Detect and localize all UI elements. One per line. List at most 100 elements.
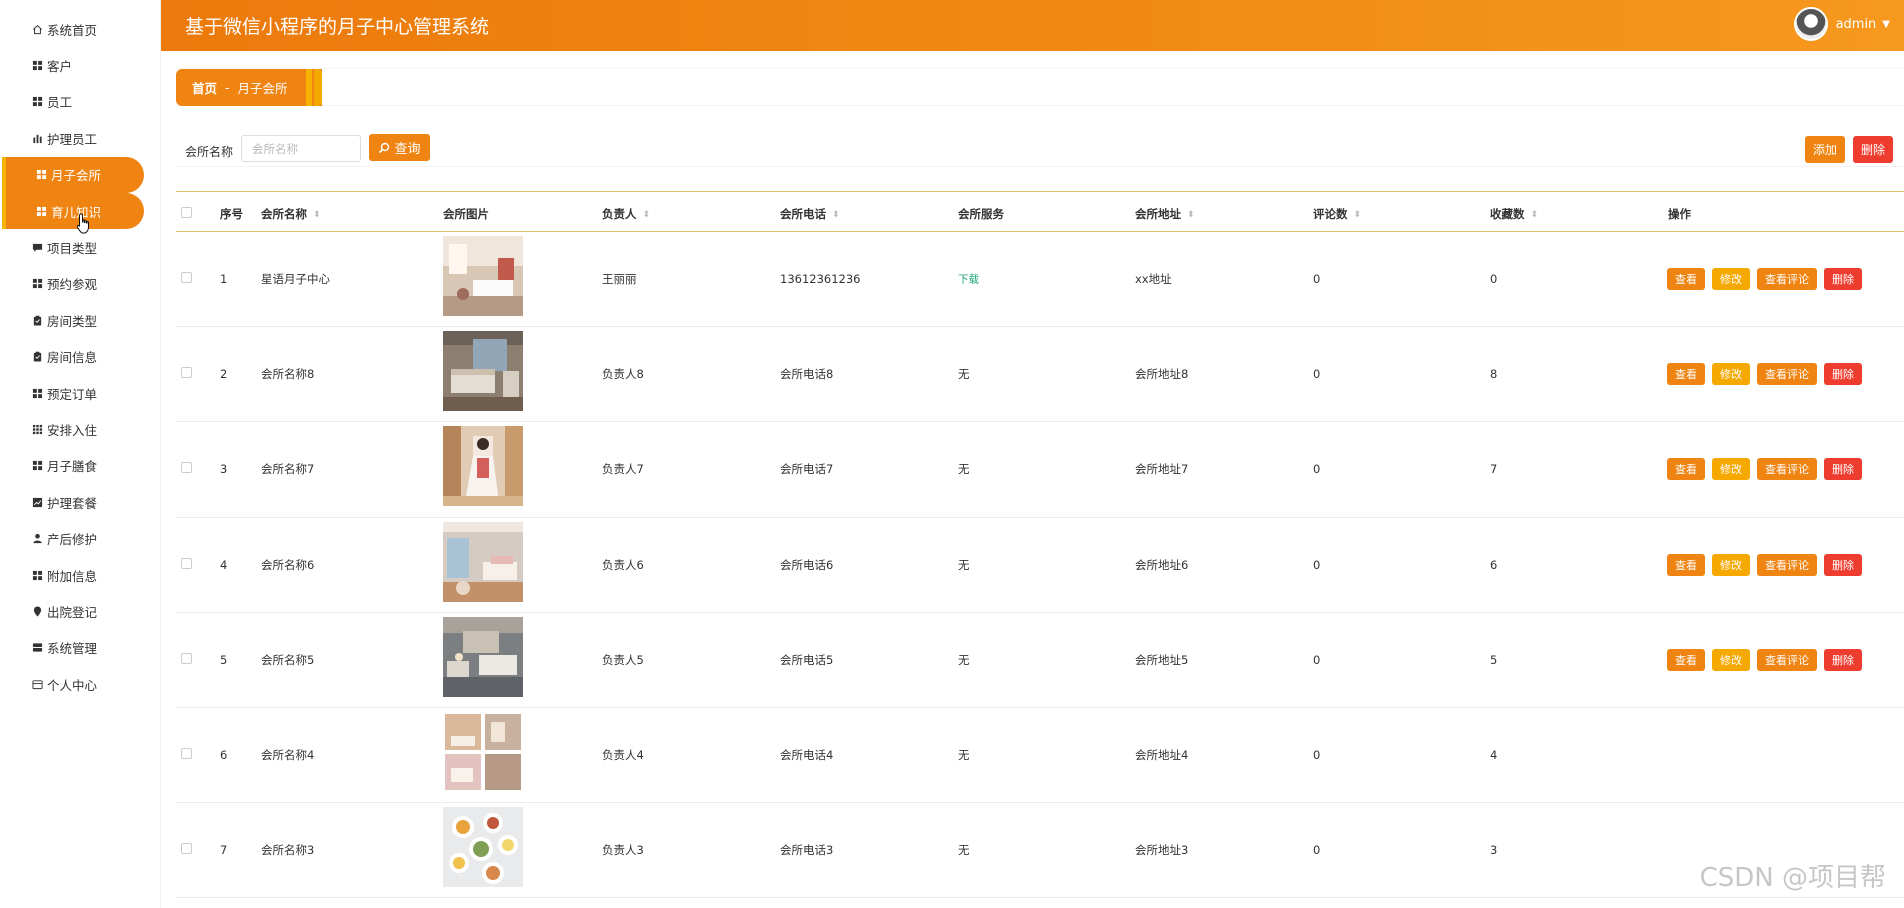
- search-input[interactable]: [241, 135, 361, 162]
- clubhouse-image: [443, 711, 523, 792]
- sidebar-item[interactable]: 安排入住: [0, 411, 160, 447]
- cell-service: 无: [958, 748, 970, 763]
- username[interactable]: admin: [1836, 17, 1877, 32]
- user-menu[interactable]: admin ▼: [1793, 7, 1890, 41]
- clubhouse-image: [443, 426, 523, 507]
- view-button[interactable]: 查看: [1667, 458, 1705, 481]
- sidebar-item[interactable]: 系统首页: [0, 11, 160, 47]
- sidebar-item[interactable]: 房间信息: [0, 339, 160, 375]
- row-checkbox[interactable]: [181, 557, 192, 572]
- cell-favorites: 8: [1490, 367, 1498, 382]
- view-button[interactable]: 查看: [1667, 363, 1705, 386]
- edit-button[interactable]: 修改: [1712, 553, 1750, 576]
- sort-icon[interactable]: ⬍: [1354, 210, 1362, 220]
- row-checkbox[interactable]: [181, 272, 192, 286]
- sidebar-item[interactable]: 产后修护: [0, 520, 160, 556]
- delete-button[interactable]: 删除: [1824, 458, 1862, 481]
- sidebar-item[interactable]: 客户: [0, 47, 160, 83]
- view-button[interactable]: 查看: [1667, 553, 1705, 576]
- view-button[interactable]: 查看: [1667, 648, 1705, 671]
- delete-button[interactable]: 删除: [1824, 553, 1862, 576]
- header-manager[interactable]: 负责人 ⬍: [602, 206, 650, 222]
- sidebar-item[interactable]: 预定订单: [0, 375, 160, 411]
- sidebar-item[interactable]: 月子膳食: [0, 448, 160, 484]
- sidebar-item-label: 出院登记: [47, 604, 98, 620]
- sidebar-item[interactable]: 系统管理: [0, 630, 160, 666]
- sidebar-item[interactable]: 员工: [0, 84, 160, 120]
- table-row[interactable]: 7 会所名称3 负责人3 会所电话3 无 会所地址3 0 3: [176, 803, 1904, 899]
- cell-phone: 13612361236: [780, 272, 861, 287]
- cell-manager: 王丽丽: [602, 272, 637, 287]
- sort-icon[interactable]: ⬍: [313, 210, 321, 220]
- header-address[interactable]: 会所地址 ⬍: [1135, 206, 1195, 222]
- sidebar-item[interactable]: 房间类型: [0, 302, 160, 338]
- sidebar-item-label: 系统管理: [47, 641, 98, 657]
- cell-index: 6: [220, 748, 228, 763]
- sidebar-item[interactable]: 月子会所: [2, 156, 144, 193]
- row-actions: 查看 修改 查看评论 删除: [1667, 458, 1862, 481]
- table-row[interactable]: 4 会所名称6 负责人6 会所电话6 无 会所地址6 0 6 查看 修改 查看评论 删除: [176, 518, 1904, 613]
- select-all-checkbox[interactable]: [181, 207, 192, 221]
- sort-icon[interactable]: ⬍: [1187, 210, 1195, 220]
- row-checkbox[interactable]: [181, 843, 192, 857]
- query-button-label: 查询: [394, 142, 421, 157]
- view-button[interactable]: 查看: [1667, 268, 1705, 291]
- header-image: 会所图片: [443, 207, 489, 221]
- sort-icon[interactable]: ⬍: [1531, 210, 1539, 220]
- sidebar-item-label: 安排入住: [47, 422, 98, 438]
- clipboard-icon: [31, 351, 43, 363]
- table-row[interactable]: 3 会所名称7 负责人7 会所电话7 无 会所地址7 0 7 查看 修改 查看评论 删除: [176, 422, 1904, 518]
- table-row[interactable]: 1 星语月子中心 王丽丽 13612361236 下载 xx地址 0 0 查看 修改 查看评论 删除: [176, 232, 1904, 328]
- delete-button[interactable]: 删除: [1824, 268, 1862, 291]
- bulk-delete-button[interactable]: 删除: [1853, 136, 1893, 163]
- edit-button[interactable]: 修改: [1712, 363, 1750, 386]
- header-favorites[interactable]: 收藏数 ⬍: [1490, 206, 1538, 222]
- table-row[interactable]: 6 会所名称4 负责人4 会所电话4 无 会所地址4 0 4: [176, 708, 1904, 804]
- cell-service: 无: [958, 557, 970, 572]
- add-button[interactable]: 添加: [1805, 136, 1845, 163]
- edit-button[interactable]: 修改: [1712, 268, 1750, 291]
- sidebar-item[interactable]: 预约参观: [0, 266, 160, 302]
- breadcrumb-separator: -: [225, 80, 230, 95]
- avatar[interactable]: [1793, 7, 1828, 41]
- cell-comments: 0: [1313, 462, 1321, 477]
- cell-address: xx地址: [1135, 272, 1172, 287]
- grid-icon: [31, 60, 43, 72]
- row-checkbox[interactable]: [181, 748, 192, 762]
- cell-service[interactable]: 下载: [958, 272, 979, 287]
- header-phone[interactable]: 会所电话 ⬍: [780, 206, 840, 222]
- header-index: 序号: [220, 207, 243, 221]
- view-comments-button[interactable]: 查看评论: [1757, 363, 1817, 386]
- edit-button[interactable]: 修改: [1712, 648, 1750, 671]
- cell-name: 会所名称4: [261, 748, 315, 763]
- sidebar-menu: 系统首页 客户 员工 护理员工 月子会所 育儿知识 项目类型 预约参观 房间类型 房间信息 预定订单…: [0, 0, 160, 702]
- cell-name: 会所名称8: [261, 367, 315, 382]
- row-checkbox[interactable]: [181, 367, 192, 381]
- breadcrumb-decoration: [306, 69, 312, 106]
- view-comments-button[interactable]: 查看评论: [1757, 268, 1817, 291]
- table-row[interactable]: 5 会所名称5 负责人5 会所电话5 无 会所地址5 0 5 查看 修改 查看评论 删除: [176, 613, 1904, 708]
- header-comments[interactable]: 评论数 ⬍: [1313, 206, 1361, 222]
- delete-button[interactable]: 删除: [1824, 363, 1862, 386]
- sidebar-item[interactable]: 个人中心: [0, 666, 160, 702]
- row-checkbox[interactable]: [181, 652, 192, 667]
- table-row[interactable]: 2 会所名称8 负责人8 会所电话8 无 会所地址8 0 8 查看 修改 查看评论 删除: [176, 327, 1904, 423]
- delete-button[interactable]: 删除: [1824, 648, 1862, 671]
- view-comments-button[interactable]: 查看评论: [1757, 553, 1817, 576]
- edit-button[interactable]: 修改: [1712, 458, 1750, 481]
- row-checkbox[interactable]: [181, 462, 192, 476]
- sidebar-item[interactable]: 附加信息: [0, 557, 160, 593]
- person-icon: [31, 533, 43, 545]
- chevron-down-icon[interactable]: ▼: [1882, 19, 1890, 30]
- breadcrumb-home[interactable]: 首页: [192, 78, 217, 97]
- sidebar-item[interactable]: 护理套餐: [0, 484, 160, 520]
- view-comments-button[interactable]: 查看评论: [1757, 648, 1817, 671]
- sort-icon[interactable]: ⬍: [832, 210, 840, 220]
- sidebar-item[interactable]: 护理员工: [0, 120, 160, 156]
- query-button[interactable]: 查询: [369, 134, 430, 161]
- sort-icon[interactable]: ⬍: [643, 210, 651, 220]
- view-comments-button[interactable]: 查看评论: [1757, 458, 1817, 481]
- header-name[interactable]: 会所名称 ⬍: [261, 206, 321, 222]
- sidebar-item[interactable]: 育儿知识: [2, 192, 144, 230]
- sidebar-item[interactable]: 出院登记: [0, 593, 160, 629]
